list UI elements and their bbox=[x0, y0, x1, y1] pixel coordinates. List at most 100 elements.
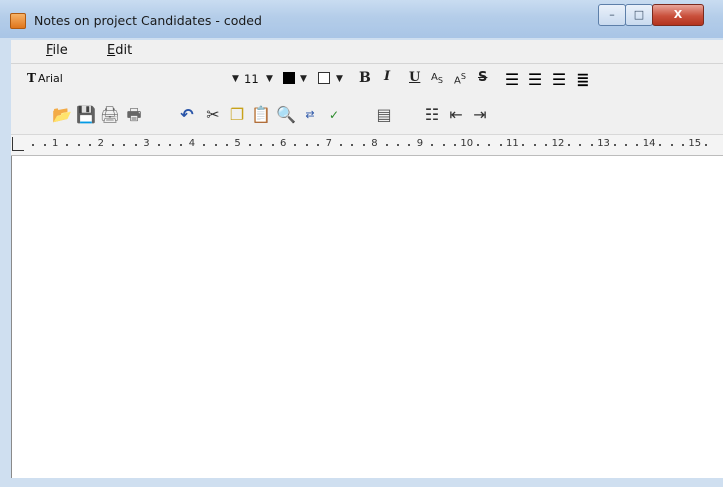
ruler-tick bbox=[112, 144, 114, 146]
ruler[interactable]: 1 2 3 4 5 6 7 8 9 10 11 12 13 14 15 bbox=[11, 135, 723, 156]
ruler-tick bbox=[397, 144, 399, 146]
subscript-button[interactable]: AS bbox=[431, 72, 443, 85]
ruler-tick bbox=[260, 144, 263, 146]
ruler-tick bbox=[77, 144, 80, 146]
spell-check-icon[interactable]: ✓ bbox=[323, 104, 345, 126]
bullet-list-icon[interactable]: ☷ bbox=[421, 104, 443, 126]
ruler-tick bbox=[568, 144, 570, 146]
ruler-tick bbox=[157, 144, 160, 146]
tab-stop-selector[interactable] bbox=[12, 137, 24, 151]
superscript-button[interactable]: AS bbox=[454, 72, 466, 86]
ruler-number: 2 bbox=[97, 138, 104, 149]
ruler-tick bbox=[248, 144, 251, 146]
justify-icon[interactable]: ≣ bbox=[572, 69, 594, 91]
ruler-tick bbox=[66, 144, 69, 146]
ruler-tick bbox=[499, 144, 502, 146]
ruler-tick bbox=[704, 144, 707, 146]
title-bar[interactable]: Notes on project Candidates - coded – □ … bbox=[0, 0, 723, 38]
ruler-tick bbox=[613, 144, 616, 146]
text-color-dropdown-icon[interactable]: ▼ bbox=[300, 74, 307, 84]
ruler-tick bbox=[123, 144, 126, 146]
ruler-tick bbox=[317, 144, 320, 146]
align-right-icon[interactable]: ☰ bbox=[548, 69, 570, 91]
outdent-icon[interactable]: ⇤ bbox=[445, 104, 467, 126]
font-name-dropdown-icon[interactable]: ▼ bbox=[232, 74, 239, 84]
ruler-number: 8 bbox=[371, 138, 378, 149]
ruler-tick bbox=[408, 144, 411, 146]
menu-edit[interactable]: Edit bbox=[107, 43, 132, 58]
ruler-tick bbox=[214, 144, 217, 146]
close-button[interactable]: X bbox=[652, 4, 704, 26]
indent-icon[interactable]: ⇥ bbox=[469, 104, 491, 126]
subscript-base: A bbox=[431, 72, 438, 83]
paste-icon[interactable]: 📋 bbox=[250, 104, 272, 126]
ruler-tick bbox=[670, 144, 673, 146]
menu-edit-label: dit bbox=[115, 43, 133, 58]
menu-file-label: ile bbox=[52, 43, 68, 58]
subscript-mark: S bbox=[437, 76, 443, 85]
ruler-number: 6 bbox=[280, 138, 287, 149]
ruler-tick bbox=[522, 144, 525, 146]
ruler-number: 12 bbox=[551, 138, 565, 149]
underline-button[interactable]: U bbox=[409, 70, 420, 85]
app-window: Notes on project Candidates - coded – □ … bbox=[0, 0, 723, 487]
font-size-combo[interactable]: 11 bbox=[244, 72, 259, 86]
text-editor[interactable] bbox=[11, 156, 723, 478]
format-toolbar: T Arial ▼ 11 ▼ ▼ ▼ B I U AS AS S ☰ ☰ ☰ ≣ bbox=[11, 64, 723, 96]
ruler-tick bbox=[43, 144, 46, 146]
align-center-icon[interactable]: ☰ bbox=[524, 69, 546, 91]
ruler-tick bbox=[625, 144, 627, 146]
strikethrough-button[interactable]: S bbox=[478, 70, 487, 85]
menu-file[interactable]: File bbox=[46, 43, 68, 58]
window-title: Notes on project Candidates - coded bbox=[34, 13, 262, 28]
print-icon[interactable]: 🖨 bbox=[99, 104, 121, 126]
ruler-tick bbox=[203, 144, 206, 146]
menu-bar: File Edit bbox=[11, 40, 723, 64]
align-left-icon[interactable]: ☰ bbox=[501, 69, 523, 91]
cut-icon[interactable]: ✂ bbox=[202, 104, 224, 126]
ruler-number: 7 bbox=[325, 138, 332, 149]
ruler-tick bbox=[32, 144, 35, 146]
find-icon[interactable]: 🔍 bbox=[275, 104, 297, 126]
font-name-combo[interactable]: T Arial bbox=[27, 71, 252, 89]
truetype-font-icon: T bbox=[27, 71, 36, 85]
ruler-tick bbox=[305, 144, 308, 146]
ruler-number: 13 bbox=[597, 138, 610, 149]
ruler-tick bbox=[659, 144, 662, 146]
italic-button[interactable]: I bbox=[384, 69, 390, 84]
ruler-number: 10 bbox=[460, 138, 474, 149]
save-file-icon[interactable]: 💾 bbox=[75, 104, 97, 126]
replace-icon[interactable]: ⇄ bbox=[299, 104, 321, 126]
app-icon bbox=[10, 13, 26, 29]
properties-icon[interactable]: ▤ bbox=[373, 104, 395, 126]
ruler-tick bbox=[545, 144, 548, 146]
ruler-tick bbox=[180, 144, 183, 146]
ruler-number: 14 bbox=[642, 138, 656, 149]
ruler-tick bbox=[533, 144, 536, 146]
bold-button[interactable]: B bbox=[359, 70, 371, 86]
print-preview-icon[interactable]: 🖶 bbox=[123, 104, 145, 126]
ruler-tick bbox=[226, 144, 228, 146]
ruler-tick bbox=[431, 144, 434, 146]
menu-edit-mnemonic: E bbox=[107, 43, 116, 58]
ruler-tick bbox=[385, 144, 388, 146]
text-color-swatch[interactable] bbox=[283, 72, 295, 84]
maximize-button[interactable]: □ bbox=[625, 4, 653, 26]
minimize-button[interactable]: – bbox=[598, 4, 626, 26]
superscript-base: A bbox=[454, 75, 461, 87]
highlight-color-swatch[interactable] bbox=[318, 72, 330, 84]
undo-icon[interactable]: ↶ bbox=[176, 104, 198, 126]
standard-toolbar: 📂 💾 🖨 🖶 ↶ ✂ ❐ 📋 🔍 ⇄ ✓ ▤ ☷ ⇤ ⇥ bbox=[11, 96, 723, 135]
ruler-tick bbox=[134, 144, 137, 146]
ruler-number: 15 bbox=[688, 138, 702, 149]
highlight-color-dropdown-icon[interactable]: ▼ bbox=[336, 74, 343, 84]
ruler-tick bbox=[488, 144, 491, 146]
copy-icon[interactable]: ❐ bbox=[226, 104, 248, 126]
window-bottom-frame bbox=[0, 478, 723, 487]
ruler-number: 1 bbox=[52, 138, 59, 149]
ruler-number: 5 bbox=[234, 138, 241, 149]
font-size-dropdown-icon[interactable]: ▼ bbox=[266, 74, 273, 84]
ruler-number: 9 bbox=[416, 138, 424, 149]
open-folder-icon[interactable]: 📂 bbox=[51, 104, 73, 126]
ruler-tick bbox=[442, 144, 445, 146]
